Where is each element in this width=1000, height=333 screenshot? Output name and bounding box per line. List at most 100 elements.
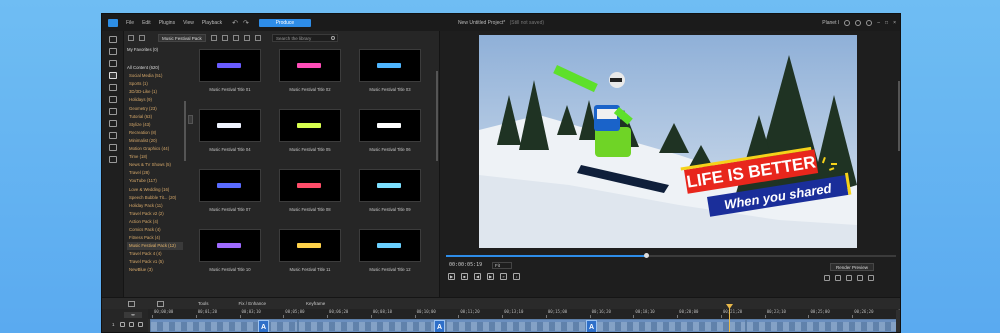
category-item[interactable]: Sports (1) [127,80,183,88]
collapse-panel-button[interactable] [188,115,193,124]
plugin-icon[interactable] [139,34,145,41]
transition-marker[interactable]: A [258,320,269,332]
favorites-item[interactable]: My Favorites (0) [127,46,183,54]
pack-dropdown[interactable]: Music Festival Pack [158,33,206,42]
video-clip[interactable] [150,319,298,332]
keyframe-button[interactable]: Keyframe [306,301,325,306]
video-clip[interactable] [596,319,746,332]
title-template-tile[interactable]: Music Festival Title 02 [279,49,341,92]
menu-edit[interactable]: Edit [142,20,151,26]
import-icon[interactable] [128,34,134,41]
track-lock-icon[interactable] [129,322,134,327]
transition-marker[interactable]: A [586,320,597,332]
track-visible-icon[interactable] [120,322,125,327]
track-manager-button[interactable]: ▾▾ [124,312,142,318]
preview-video[interactable]: LIFE IS BETTER When you shared [479,35,857,248]
category-item[interactable]: Geometry (23) [127,105,183,113]
title-template-tile[interactable]: Music Festival Title 05 [279,109,341,152]
category-item[interactable]: Travel (28) [127,169,183,177]
category-item[interactable]: Time (18) [127,153,183,161]
track-audio-icon[interactable] [138,322,143,327]
title-template-tile[interactable]: Music Festival Title 04 [199,109,261,152]
category-item[interactable]: Music Festival Pack (12) [127,242,183,251]
sort-icon[interactable] [233,34,239,41]
snapshot-icon[interactable] [824,275,830,281]
category-item[interactable]: 3D/3D-Like (1) [127,88,183,96]
grid-view-icon[interactable] [255,34,261,41]
preview-seekbar[interactable] [446,253,896,258]
undo-icon[interactable]: ↶ [232,19,238,27]
title-room-icon[interactable] [108,72,117,79]
title-template-tile[interactable]: Music Festival Title 03 [359,49,421,92]
category-item[interactable]: Holidays (9) [127,96,183,104]
category-item[interactable]: Minimalist (20) [127,137,183,145]
volume-icon[interactable]: ♪ [513,273,520,280]
transition-marker[interactable]: A [434,320,445,332]
close-icon[interactable]: × [893,20,896,26]
video-clip[interactable] [746,319,898,332]
fullscreen-icon[interactable] [868,275,874,281]
category-item[interactable]: Recreation (8) [127,129,183,137]
preview-scrollbar[interactable] [898,81,900,151]
settings-icon[interactable] [855,19,862,26]
category-item[interactable]: Motion Graphics (44) [127,145,183,153]
maximize-icon[interactable]: □ [885,20,888,26]
category-item[interactable]: Action Pack (4) [127,218,183,226]
play-icon[interactable]: ▶ [448,273,455,280]
menu-plugins[interactable]: Plugins [159,20,175,26]
next-frame-icon[interactable]: ▶ [487,273,494,280]
video-clip[interactable] [446,319,596,332]
pip-room-icon[interactable] [108,108,117,115]
minimize-icon[interactable]: – [877,20,880,26]
import-media-icon[interactable] [108,36,117,43]
category-item[interactable]: Tutorial (63) [127,113,183,121]
title-template-tile[interactable]: Music Festival Title 08 [279,169,341,212]
category-item[interactable]: YouTube (117) [127,177,183,185]
category-item[interactable]: Speech Bubble Tit... (20) [127,194,183,202]
menu-playback[interactable]: Playback [202,20,222,26]
seekbar-handle[interactable] [644,253,649,258]
menu-view[interactable]: View [183,20,194,26]
timeline-ruler[interactable]: 00;00;00 00;01;20 00;03;10 00;05;00 00;06;20… [148,309,900,318]
render-preview-button[interactable]: Render Preview [829,263,874,271]
fx-room-icon[interactable] [108,96,117,103]
title-template-tile[interactable]: Music Festival Title 07 [199,169,261,212]
category-item[interactable]: Travel Pack v1 (5) [127,258,183,266]
stop-icon[interactable]: ■ [461,273,468,280]
transition-room-icon[interactable] [108,84,117,91]
category-item[interactable]: Social Media (51) [127,72,183,80]
video-clip[interactable] [298,319,446,332]
timeline-scrollbar[interactable] [896,310,900,332]
title-template-tile[interactable]: Music Festival Title 01 [199,49,261,92]
menu-file[interactable]: File [126,20,134,26]
category-item[interactable]: Comics Pack (4) [127,226,183,234]
produce-button[interactable]: Produce [258,18,311,27]
fit-dropdown[interactable]: Fit [492,262,512,269]
timecode[interactable]: 00:00:05:19 [449,262,482,268]
title-template-tile[interactable]: Music Festival Title 12 [359,229,421,272]
category-item[interactable]: Stylize (43) [127,121,183,129]
effect-room-icon[interactable] [108,60,117,67]
help-icon[interactable] [866,19,873,26]
view-mode-icon[interactable] [244,34,250,41]
title-template-tile[interactable]: Music Festival Title 11 [279,229,341,272]
category-item[interactable]: Travel Pack v2 (2) [127,210,183,218]
category-item[interactable]: Holiday Pack (11) [127,202,183,210]
redo-icon[interactable]: ↷ [243,19,249,27]
library-scrollbar[interactable] [436,71,438,161]
split-icon[interactable] [157,300,164,307]
all-content-item[interactable]: All Content (620) [127,64,183,72]
3d-mode-icon[interactable] [846,275,852,281]
audio-room-icon[interactable] [108,132,117,139]
notification-icon[interactable] [844,19,851,26]
undock-icon[interactable] [857,275,863,281]
category-item[interactable]: Fitness Pack (4) [127,234,183,242]
category-item[interactable]: Travel Pack 4 (4) [127,250,183,258]
tools-button[interactable]: Tools [198,301,209,306]
fix-enhance-button[interactable]: Fix / Enhance [239,301,267,306]
more-icon[interactable] [108,156,117,163]
subtitle-room-icon[interactable] [108,144,117,151]
fast-forward-icon[interactable]: » [500,273,507,280]
particle-room-icon[interactable] [108,120,117,127]
previous-frame-icon[interactable]: ◀ [474,273,481,280]
